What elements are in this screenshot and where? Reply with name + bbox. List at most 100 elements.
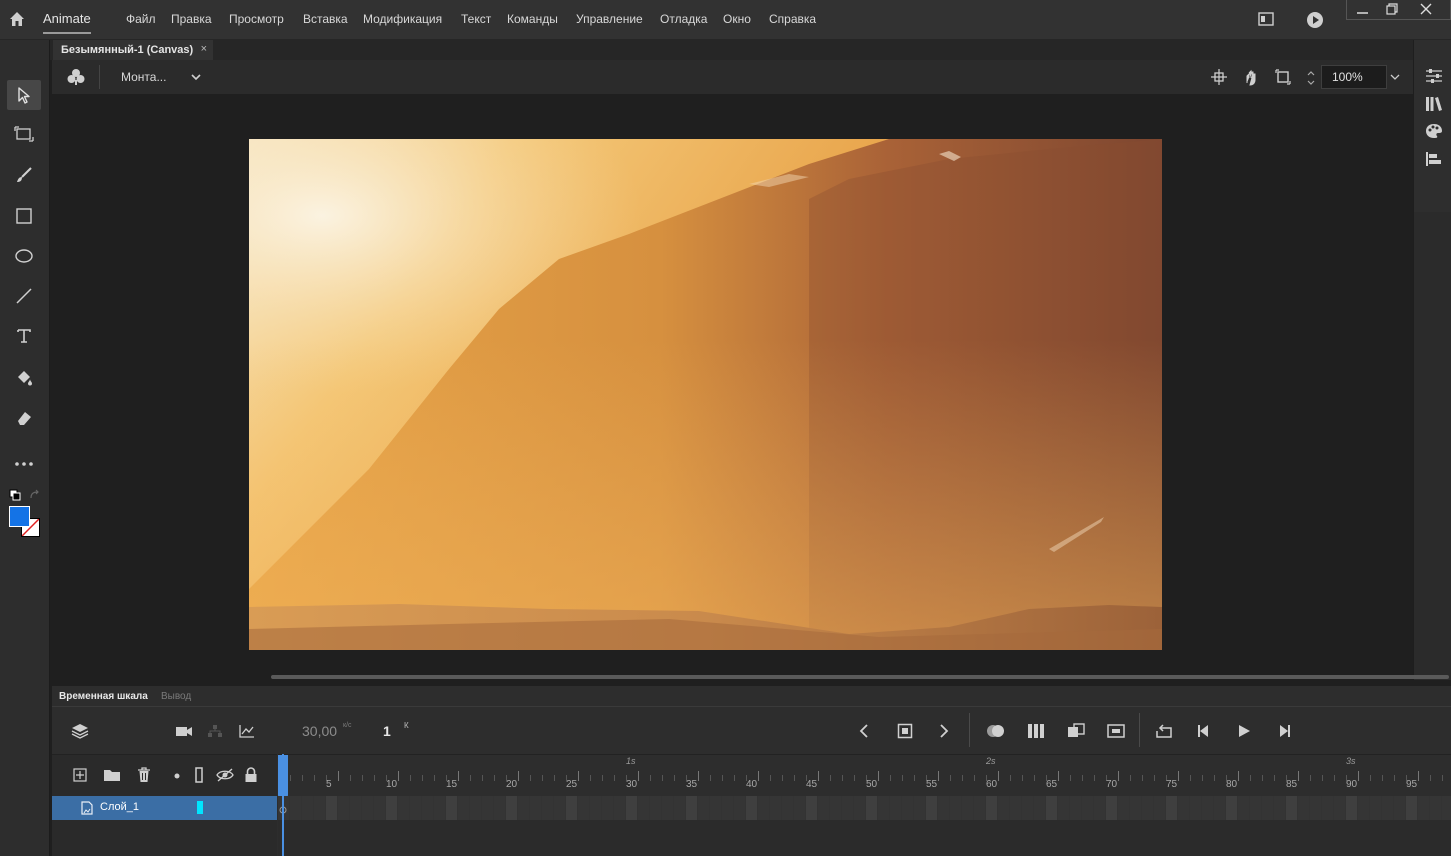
lock-icon[interactable] <box>244 767 258 783</box>
menu-file[interactable]: Файл <box>126 12 156 26</box>
current-frame[interactable]: 1 <box>383 723 391 739</box>
frame-cell <box>1214 796 1225 820</box>
swap-colors-icon[interactable] <box>28 489 40 501</box>
frame-cell <box>386 796 397 820</box>
frame-cell <box>662 796 673 820</box>
frame-cell <box>1154 796 1165 820</box>
menu-commands[interactable]: Команды <box>507 12 558 26</box>
clip-content-icon[interactable] <box>1275 69 1291 85</box>
zoom-field[interactable]: 100% <box>1321 65 1387 89</box>
insert-keyframe-icon[interactable] <box>897 723 913 739</box>
oval-tool[interactable] <box>7 241 41 271</box>
selection-tool[interactable] <box>7 80 41 110</box>
menu-window[interactable]: Окно <box>723 12 751 26</box>
free-transform-tool[interactable] <box>7 119 41 149</box>
menu-modify[interactable]: Модификация <box>363 12 442 26</box>
line-tool[interactable] <box>7 281 41 311</box>
library-panel-icon[interactable] <box>1425 96 1443 112</box>
previous-keyframe-icon[interactable] <box>858 723 870 739</box>
outline-icon[interactable] <box>195 767 203 783</box>
text-tool[interactable] <box>7 321 41 351</box>
highlight-layer-icon[interactable] <box>174 773 180 779</box>
zoom-dropdown-icon[interactable] <box>1388 65 1402 89</box>
test-movie-icon[interactable] <box>1306 11 1324 29</box>
create-tween-icon[interactable] <box>1067 723 1085 739</box>
camera-icon[interactable] <box>175 725 193 737</box>
center-stage-icon[interactable] <box>1211 69 1227 85</box>
frame-cell <box>1370 796 1381 820</box>
next-keyframe-icon[interactable] <box>938 723 950 739</box>
align-panel-icon[interactable] <box>1425 151 1443 167</box>
frame-cell <box>566 796 577 820</box>
menu-view[interactable]: Просмотр <box>229 12 284 26</box>
menu-control[interactable]: Управление <box>576 12 643 26</box>
restore-icon[interactable] <box>1385 2 1399 16</box>
minimize-icon[interactable] <box>1353 4 1373 16</box>
graph-icon[interactable] <box>239 724 255 738</box>
frame-cell <box>794 796 805 820</box>
menu-text[interactable]: Текст <box>461 12 491 26</box>
frame-cell <box>806 796 817 820</box>
loop-icon[interactable] <box>1155 723 1173 739</box>
layer-controls <box>52 754 277 796</box>
step-backward-icon[interactable] <box>1196 723 1212 739</box>
frame-cell <box>626 796 637 820</box>
menu-bar: Animate Файл Правка Просмотр Вставка Мод… <box>0 0 1451 40</box>
menu-debug[interactable]: Отладка <box>660 12 707 26</box>
document-tab-close[interactable]: × <box>201 43 207 55</box>
scene-name[interactable]: Монта... <box>121 70 166 84</box>
eraser-tool[interactable] <box>7 403 41 433</box>
frame-cell <box>854 796 865 820</box>
layer-row[interactable]: Слой_1 <box>52 796 277 820</box>
layer-color-tag[interactable] <box>197 801 203 814</box>
app-name: Animate <box>43 11 91 34</box>
edit-multiple-frames-icon[interactable] <box>1027 723 1045 739</box>
paint-bucket-tool[interactable] <box>7 363 41 393</box>
menu-edit[interactable]: Правка <box>171 12 212 26</box>
frame-cell <box>1094 796 1105 820</box>
brush-tool[interactable] <box>7 160 41 190</box>
close-window-icon[interactable] <box>1419 2 1433 16</box>
new-layer-icon[interactable] <box>73 768 87 782</box>
assets-panel-icon[interactable] <box>1425 123 1443 139</box>
fps-value[interactable]: 30,00 <box>302 723 337 739</box>
tab-timeline[interactable]: Временная шкала <box>59 691 148 702</box>
properties-panel-icon[interactable] <box>1425 68 1443 84</box>
more-tools-icon[interactable] <box>7 449 41 479</box>
workspace-layout-icon[interactable] <box>1258 12 1274 26</box>
frame-cell <box>998 796 1009 820</box>
frame-cell <box>1322 796 1333 820</box>
scene-symbol-icon[interactable] <box>67 68 85 86</box>
document-tab[interactable]: Безымянный-1 (Canvas) × <box>53 40 213 60</box>
frame-cell <box>494 796 505 820</box>
insert-blank-keyframe-icon[interactable] <box>1107 724 1125 738</box>
frames-row[interactable] <box>278 796 1451 820</box>
show-hide-icon[interactable] <box>216 768 234 782</box>
new-folder-icon[interactable] <box>103 768 121 782</box>
layer-name[interactable]: Слой_1 <box>100 801 139 813</box>
stage-horizontal-scrollbar[interactable] <box>271 675 1449 679</box>
menu-insert[interactable]: Вставка <box>303 12 348 26</box>
frame-cell <box>1130 796 1141 820</box>
scene-dropdown-icon[interactable] <box>190 72 202 82</box>
delete-layer-icon[interactable] <box>137 767 151 783</box>
default-colors-icon[interactable] <box>9 489 21 501</box>
home-icon[interactable] <box>8 10 26 28</box>
rectangle-tool[interactable] <box>7 201 41 231</box>
menu-help[interactable]: Справка <box>769 12 816 26</box>
tab-output[interactable]: Вывод <box>161 691 191 702</box>
frame-unit: К <box>404 721 409 730</box>
ruler-tick-label: 55 <box>926 779 938 790</box>
frame-cell <box>974 796 985 820</box>
rotate-stage-icon[interactable] <box>1242 68 1260 86</box>
ruler-tick-label: 75 <box>1166 779 1178 790</box>
stage-canvas-image[interactable] <box>249 139 1162 650</box>
layers-icon[interactable] <box>71 723 89 739</box>
frame-cell <box>938 796 949 820</box>
onion-skin-icon[interactable] <box>986 723 1006 739</box>
zoom-stepper-icon[interactable] <box>1306 67 1316 89</box>
frame-cell <box>758 796 769 820</box>
step-forward-icon[interactable] <box>1276 723 1292 739</box>
play-icon[interactable] <box>1236 723 1252 739</box>
fill-color-swatch[interactable] <box>9 506 30 527</box>
